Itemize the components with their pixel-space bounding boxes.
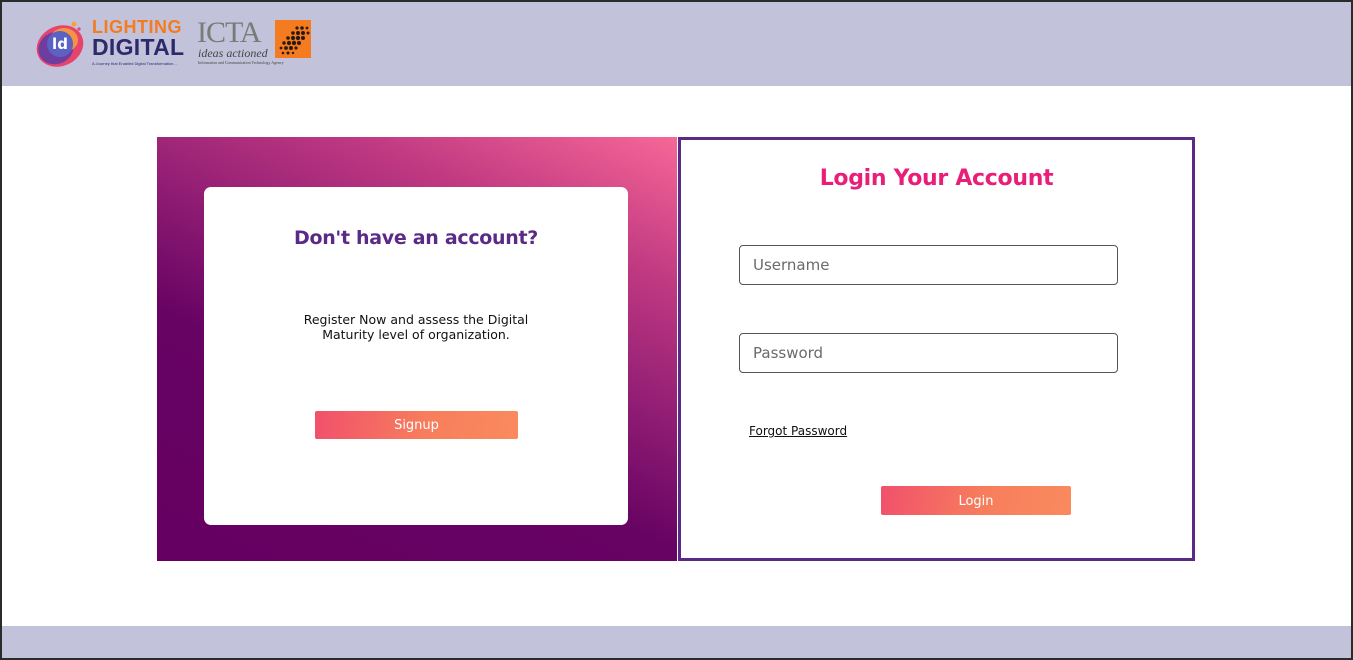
password-field[interactable] <box>739 333 1118 373</box>
signup-button[interactable]: Signup <box>315 411 518 439</box>
icta-logo[interactable]: ICTA ideas actioned Information and Comm… <box>197 18 317 70</box>
lighting-digital-tagline: A Journey that Enabled Digital Transform… <box>92 61 177 66</box>
forgot-password-link[interactable]: Forgot Password <box>749 424 847 438</box>
username-input[interactable] <box>740 246 1117 284</box>
username-field[interactable] <box>739 245 1118 285</box>
svg-text:ld: ld <box>52 35 68 53</box>
lighting-digital-logo[interactable]: ld LIGHTING DIGITAL A Journey that Enabl… <box>34 16 194 72</box>
icta-dots-icon <box>275 20 311 58</box>
signup-card: Don't have an account? Register Now and … <box>204 187 628 525</box>
login-heading: Login Your Account <box>819 166 1054 191</box>
signup-panel: Don't have an account? Register Now and … <box>157 137 677 561</box>
login-button[interactable]: Login <box>881 486 1071 515</box>
login-panel: Login Your Account Forgot Password Login <box>678 137 1195 561</box>
lighting-digital-line2: DIGITAL <box>92 34 185 60</box>
icta-title: ICTA <box>197 16 262 49</box>
icta-subtitle: Information and Communication Technology… <box>198 60 284 65</box>
ld-logo-icon: ld <box>36 21 84 67</box>
signup-heading: Don't have an account? <box>293 227 539 249</box>
page-frame: ld LIGHTING DIGITAL A Journey that Enabl… <box>0 0 1353 660</box>
signup-description: Register Now and assess the Digital Matu… <box>303 312 529 342</box>
icta-tagline: ideas actioned <box>198 46 268 60</box>
password-input[interactable] <box>740 334 1117 372</box>
footer-bar <box>2 626 1351 658</box>
header-bar: ld LIGHTING DIGITAL A Journey that Enabl… <box>2 2 1351 86</box>
